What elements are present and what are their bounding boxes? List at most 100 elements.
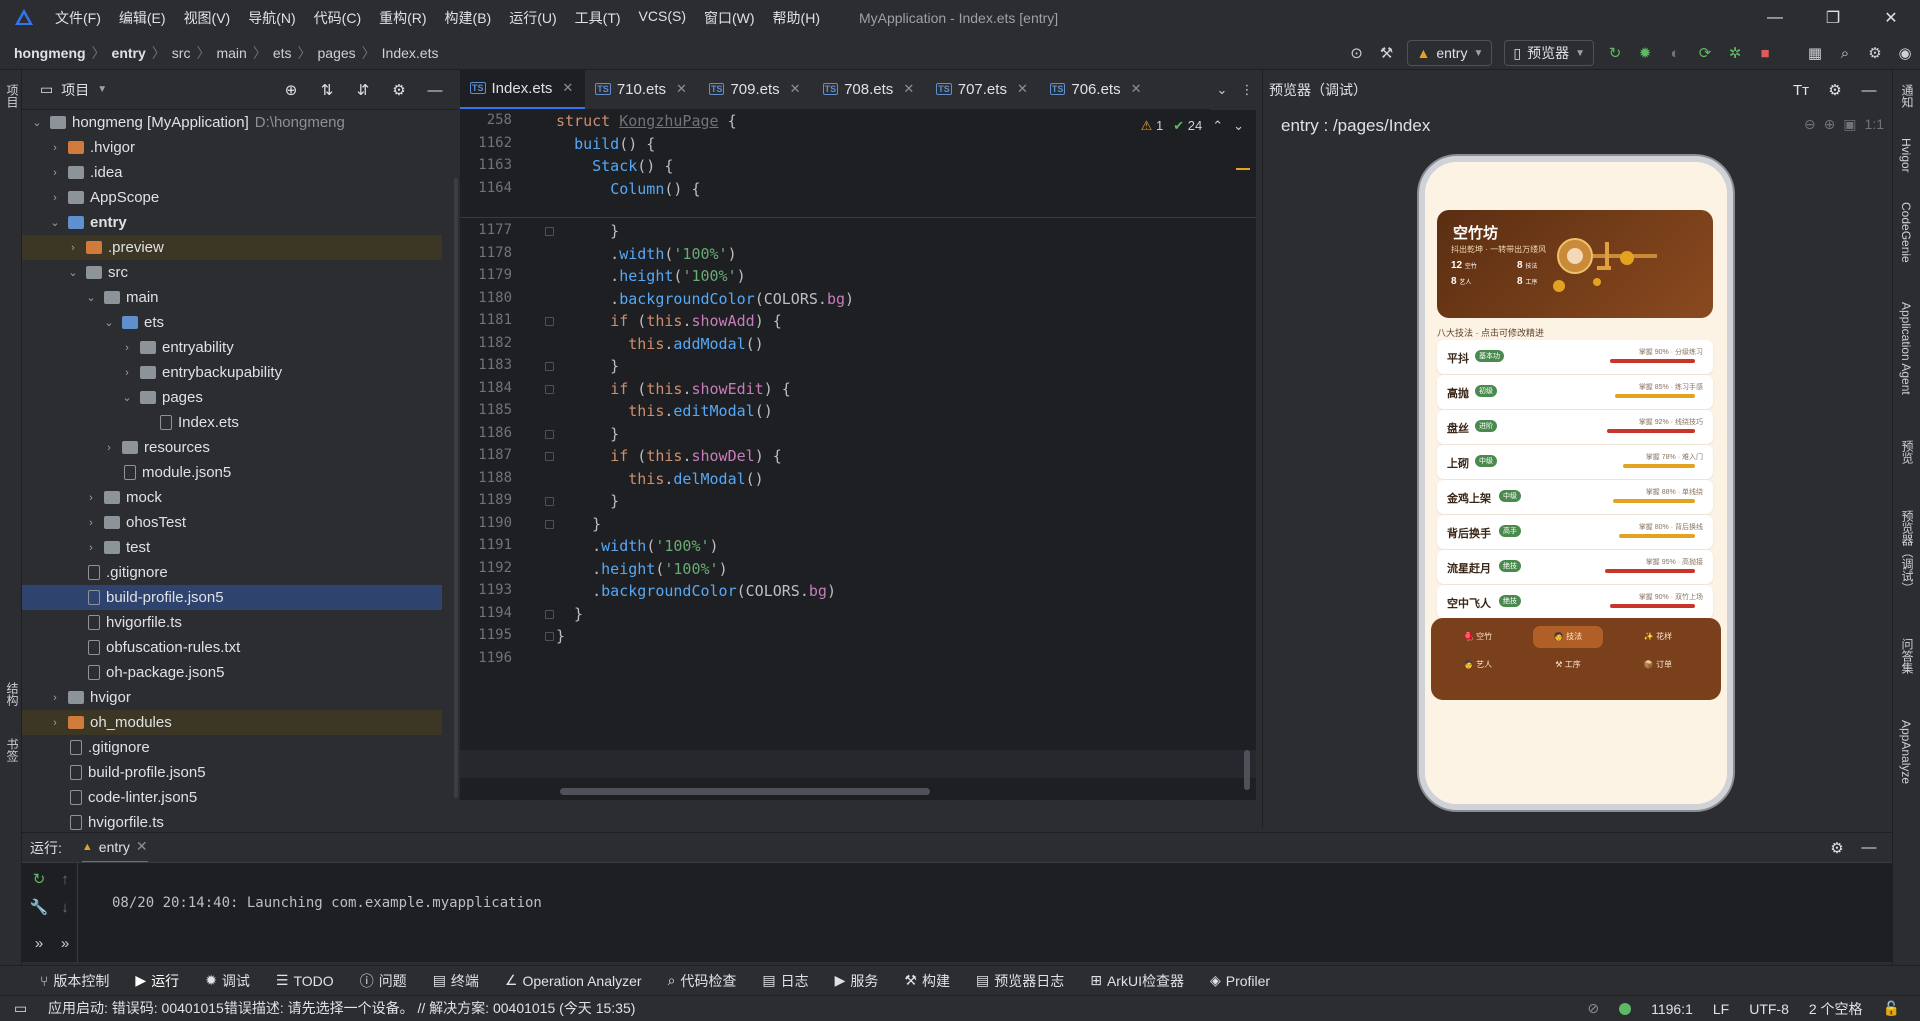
menu-item[interactable]: 运行(U) (500, 8, 565, 28)
tree-item[interactable]: hvigorfile.ts (22, 610, 442, 635)
breadcrumb-item[interactable]: hongmeng (14, 45, 86, 61)
menu-item[interactable]: 构建(B) (436, 8, 501, 28)
no-event-icon[interactable]: ⊘ (1587, 1000, 1599, 1017)
menu-item[interactable]: 重构(R) (370, 8, 435, 28)
expand-arrow-icon[interactable]: ⌄ (48, 216, 62, 229)
skill-card[interactable]: 流星赶月 绝技 掌握 95% · 高抛接 (1437, 550, 1713, 584)
code-line[interactable]: } (556, 627, 565, 645)
code-editor[interactable]: 1177 } 1178 .width('100%') 1179 .height('1… (460, 110, 1256, 800)
settings-icon[interactable]: ⚙ (1820, 76, 1850, 104)
skill-card[interactable]: 金鸡上架 中级 掌握 88% · 单线绕 (1437, 480, 1713, 514)
expand-arrow-icon[interactable]: › (48, 692, 62, 704)
attach-debugger-icon[interactable]: ◐ (1660, 39, 1690, 67)
stop-icon[interactable]: ■ (1750, 39, 1780, 67)
tree-item[interactable]: ⌄ entry (22, 210, 442, 235)
tree-item[interactable]: .gitignore (22, 735, 442, 760)
expand-arrow-icon[interactable]: › (84, 517, 98, 529)
editor-tab[interactable]: TS 708.ets ✕ (813, 69, 927, 109)
tree-item[interactable]: › hvigor (22, 685, 442, 710)
expand-arrow-icon[interactable]: ⌄ (84, 291, 98, 304)
project-tool-button[interactable]: 项目 (4, 84, 21, 108)
editor-tab[interactable]: TS 707.ets ✕ (926, 69, 1040, 109)
sticky-code-line[interactable]: Column() { (556, 180, 700, 198)
tree-item[interactable]: ⌄ pages (22, 385, 442, 410)
skill-card[interactable]: 空中飞人 绝技 掌握 90% · 双竹上场 (1437, 585, 1713, 619)
tree-item[interactable]: › resources (22, 435, 442, 460)
nav-item[interactable]: 📦 订单 (1623, 654, 1693, 676)
code-line[interactable]: this.addModal() (556, 335, 763, 353)
skill-card[interactable]: 上砌 中级 掌握 78% · 难入门 (1437, 445, 1713, 479)
rerun-icon[interactable]: ↻ (1600, 39, 1630, 67)
tool-button-hvigor[interactable]: Hvigor (1899, 138, 1913, 173)
breadcrumb-item[interactable]: Index.ets (382, 45, 439, 61)
device-manager-icon[interactable]: ▦ (1800, 39, 1830, 67)
indent-setting[interactable]: 2 个空格 (1809, 999, 1863, 1019)
expand-arrow-icon[interactable]: › (48, 142, 62, 154)
status-message[interactable]: 应用启动: 错误码: 00401015错误描述: 请先选择一个设备。 // 解决… (48, 998, 635, 1018)
menu-item[interactable]: 工具(T) (566, 8, 630, 28)
code-line[interactable]: .width('100%') (556, 537, 718, 555)
code-line[interactable]: } (556, 492, 619, 510)
skill-card[interactable]: 背后换手 高手 掌握 80% · 背后换线 (1437, 515, 1713, 549)
tree-item[interactable]: › entryability (22, 335, 442, 360)
tree-item[interactable]: ⌄ src (22, 260, 442, 285)
line-separator[interactable]: LF (1713, 1001, 1729, 1017)
status-indicator-icon[interactable] (1619, 1002, 1632, 1015)
tree-item[interactable]: module.json5 (22, 460, 442, 485)
tree-item[interactable]: code-linter.json5 (22, 785, 442, 810)
zoom-in-icon[interactable]: ⊕ (1824, 116, 1836, 133)
fold-icon[interactable] (545, 227, 554, 236)
tool-button-analyze[interactable]: AppAnalyze (1899, 720, 1913, 784)
code-line[interactable]: if (this.showDel) { (556, 447, 782, 465)
tree-item[interactable]: obfuscation-rules.txt (22, 635, 442, 660)
close-tab-icon[interactable]: ✕ (1017, 81, 1028, 97)
vertical-scrollbar[interactable] (1244, 750, 1250, 790)
tree-item[interactable]: › .idea (22, 160, 442, 185)
tree-item[interactable]: oh-package.json5 (22, 660, 442, 685)
code-line[interactable]: } (556, 425, 619, 443)
tree-item[interactable]: › entrybackupability (22, 360, 442, 385)
tool-window-arkui-inspector[interactable]: ⊞ ArkUI检查器 (1090, 971, 1184, 991)
menu-item[interactable]: 编辑(E) (110, 8, 175, 28)
settings-icon[interactable]: ⚙ (384, 76, 414, 104)
menu-item[interactable]: 帮助(H) (764, 8, 829, 28)
code-line[interactable]: } (556, 222, 619, 240)
tool-window-build[interactable]: ⚒ 构建 (904, 971, 950, 991)
menu-item[interactable]: 窗口(W) (695, 8, 764, 28)
fit-icon[interactable]: ▣ (1843, 116, 1856, 133)
zoom-out-icon[interactable]: ⊖ (1804, 116, 1816, 133)
tool-window-previewer-log[interactable]: ▤ 预览器日志 (976, 971, 1064, 991)
prev-highlight-icon[interactable]: ⌃ (1212, 118, 1223, 134)
tree-item[interactable]: ⌄ hongmeng [MyApplication] D:\hongmeng (22, 110, 442, 135)
sticky-code-line[interactable]: Stack() { (556, 157, 673, 175)
code-line[interactable]: .height('100%') (556, 560, 727, 578)
more-icon[interactable]: » (50, 929, 80, 957)
settings-icon[interactable]: ⚙ (1860, 39, 1890, 67)
code-line[interactable]: this.delModal() (556, 470, 763, 488)
hide-icon[interactable]: — (1854, 834, 1884, 862)
more-icon[interactable]: ⋮ (1240, 82, 1253, 98)
menu-item[interactable]: 视图(V) (175, 8, 240, 28)
fold-icon[interactable] (545, 632, 554, 641)
bug-hammer-icon[interactable]: ⚒ (1371, 39, 1401, 67)
warning-marker[interactable] (1236, 168, 1250, 170)
code-line[interactable]: this.editModal() (556, 402, 773, 420)
close-icon[interactable]: ✕ (1862, 0, 1920, 36)
sticky-code-line[interactable]: build() { (556, 135, 655, 153)
tree-item[interactable]: › test (22, 535, 442, 560)
editor-tab[interactable]: TS 709.ets ✕ (699, 69, 813, 109)
breadcrumb-item[interactable]: main (216, 45, 246, 61)
search-icon[interactable]: ⌕ (1830, 39, 1860, 67)
expand-arrow-icon[interactable]: › (84, 492, 98, 504)
tool-window-services[interactable]: ▶ 服务 (835, 971, 879, 991)
actual-size-icon[interactable]: 1:1 (1865, 116, 1884, 133)
expand-arrow-icon[interactable]: › (48, 192, 62, 204)
expand-arrow-icon[interactable]: › (120, 342, 134, 354)
tool-window-operation-analyzer[interactable]: ∠ Operation Analyzer (505, 972, 642, 989)
nav-item[interactable]: ✨ 花样 (1623, 626, 1693, 648)
expand-arrow-icon[interactable]: ⌄ (30, 116, 44, 129)
code-line[interactable]: .width('100%') (556, 245, 736, 263)
settings-icon[interactable]: ⚙ (1822, 834, 1852, 862)
expand-arrow-icon[interactable]: › (84, 542, 98, 554)
expand-arrow-icon[interactable]: › (102, 442, 116, 454)
